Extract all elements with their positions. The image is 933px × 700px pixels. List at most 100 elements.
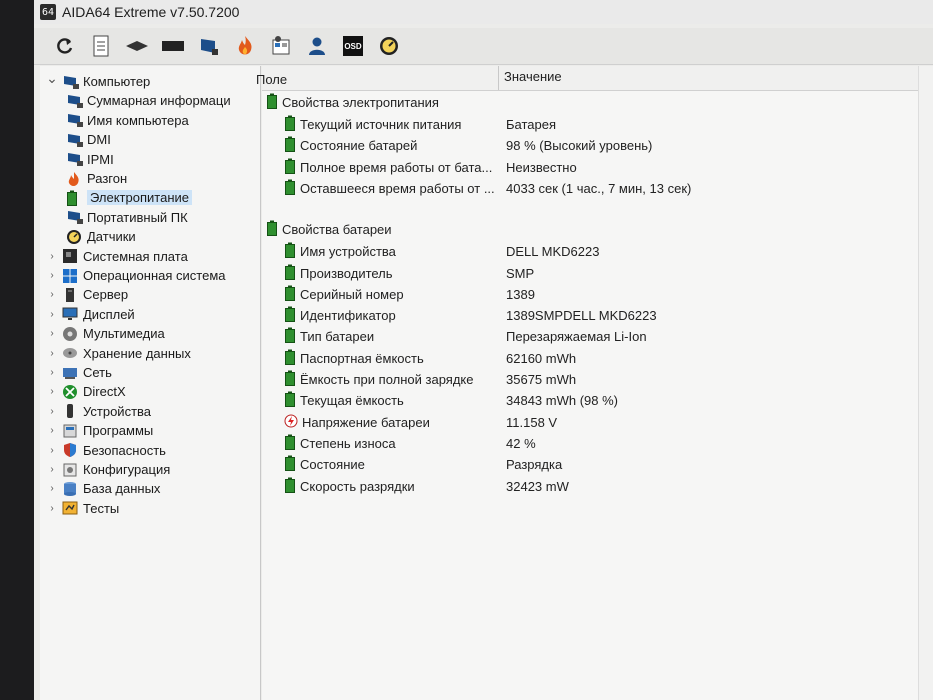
tree-item[interactable]: Разгон (66, 169, 127, 188)
battery-icon (284, 179, 296, 198)
column-field-header[interactable]: Поле (256, 72, 287, 87)
field-label: Паспортная ёмкость (300, 350, 424, 366)
table-row[interactable]: Текущий источник питания Батарея (262, 114, 933, 135)
tree-item[interactable]: Суммарная информаци (66, 91, 231, 110)
chevron-right-icon[interactable]: › (46, 309, 58, 320)
table-row[interactable]: Напряжение батареи 11.158 V (262, 412, 933, 433)
table-row[interactable]: Серийный номер 1389 (262, 284, 933, 305)
tree-item[interactable]: › Устройства (46, 402, 151, 421)
chevron-right-icon[interactable]: › (46, 348, 58, 359)
tree-item[interactable]: › Сервер (46, 285, 128, 304)
battery-icon (284, 434, 296, 453)
computer-button[interactable] (194, 31, 224, 61)
chevron-right-icon[interactable]: › (46, 367, 58, 378)
chevron-right-icon[interactable]: › (46, 386, 58, 397)
chevron-right-icon[interactable]: › (46, 425, 58, 436)
overclock-button[interactable] (230, 31, 260, 61)
tree-item[interactable]: › DirectX (46, 382, 125, 401)
table-row[interactable]: Производитель SMP (262, 263, 933, 284)
field-value: 32423 mW (506, 478, 569, 494)
cpu-button[interactable] (158, 31, 188, 61)
tree-item[interactable]: › Мультимедиа (46, 324, 164, 343)
table-row[interactable]: Состояние батарей 98 % (Высокий уровень) (262, 135, 933, 156)
tree-item[interactable]: Датчики (66, 227, 136, 246)
chevron-right-icon[interactable]: › (46, 289, 58, 300)
chevron-right-icon[interactable]: › (46, 445, 58, 456)
tree-item[interactable]: › Безопасность (46, 441, 166, 460)
tree-item[interactable]: IPMI (66, 150, 114, 169)
tree-item-label: Хранение данных (83, 345, 191, 361)
tree-item[interactable]: › Программы (46, 421, 153, 440)
sensor-button[interactable] (374, 31, 404, 61)
table-row[interactable]: Состояние Разрядка (262, 454, 933, 475)
computer-icon (201, 39, 218, 55)
tree-item-label: Имя компьютера (87, 112, 189, 128)
field-value: 4033 сек (1 час., 7 мин, 13 сек) (506, 180, 692, 196)
table-row[interactable]: Оставшееся время работы от ... 4033 сек (… (262, 178, 933, 199)
tree-item[interactable]: › Операционная система (46, 266, 226, 285)
field-value: 35675 mWh (506, 372, 577, 387)
table-row[interactable]: Имя устройства DELL MKD6223 (262, 241, 933, 262)
tree-item[interactable]: › Хранение данных (46, 344, 191, 363)
chevron-right-icon[interactable]: › (46, 503, 58, 514)
chevron-down-icon[interactable]: ⌄ (46, 70, 58, 87)
osd-button[interactable]: OSD (338, 31, 368, 61)
table-row[interactable]: Скорость разрядки 32423 mW (262, 476, 933, 497)
field-label: Полное время работы от бата... (300, 159, 493, 175)
tree-item[interactable]: › База данных (46, 479, 160, 498)
cpu-icon (162, 41, 184, 51)
memory-button[interactable] (122, 31, 152, 61)
tree-item[interactable]: › Сеть (46, 363, 112, 382)
report-button[interactable] (86, 31, 116, 61)
tree-item-label: Устройства (83, 403, 152, 419)
field-value: 11.158 V (506, 414, 558, 430)
field-value: 34843 mWh (98 %) (506, 393, 618, 409)
battery-icon (284, 158, 296, 177)
scrollbar[interactable] (918, 66, 933, 700)
field-label: Напряжение батареи (302, 414, 430, 430)
chevron-right-icon[interactable]: › (46, 270, 58, 281)
tree-item[interactable]: Электропитание (66, 188, 192, 207)
table-row[interactable]: Текущая ёмкость 34843 mWh (98 %) (262, 390, 933, 411)
section-header[interactable]: Свойства электропитания (262, 92, 933, 113)
tests-icon (62, 500, 80, 516)
tree-item[interactable]: › Тесты (46, 499, 119, 518)
field-label: Производитель (300, 265, 393, 281)
chevron-right-icon[interactable]: › (46, 406, 58, 417)
table-row[interactable]: Ёмкость при полной зарядке 35675 mWh (262, 369, 933, 390)
chevron-right-icon[interactable]: › (46, 483, 58, 494)
field-value: 42 % (506, 435, 536, 451)
column-value-header[interactable]: Значение (504, 69, 562, 84)
tree-item[interactable]: Имя компьютера (66, 111, 189, 130)
tree-item-label: Тесты (83, 500, 120, 516)
table-row[interactable]: Степень износа 42 % (262, 433, 933, 454)
tree-item[interactable]: DMI (66, 130, 111, 149)
tree-item[interactable]: › Системная плата (46, 247, 187, 266)
app-window: 64 AIDA64 Extreme v7.50.7200 OSD ⌄ Компь… (34, 0, 933, 700)
table-row[interactable]: Идентификатор 1389SMPDELL MKD6223 (262, 305, 933, 326)
tree-item[interactable]: › Дисплей (46, 305, 134, 324)
osd-label: OSD (344, 41, 362, 51)
tree-item[interactable]: ⌄ Компьютер (46, 70, 150, 91)
tools-button[interactable] (266, 31, 296, 61)
programs-icon (62, 423, 80, 439)
tree-item[interactable]: Портативный ПК (66, 208, 188, 227)
user-button[interactable] (302, 31, 332, 61)
chevron-right-icon[interactable]: › (46, 251, 58, 262)
section-title: Свойства батареи (282, 222, 392, 238)
flame-icon (66, 171, 84, 187)
table-row[interactable]: Полное время работы от бата... Неизвестно (262, 157, 933, 178)
table-row[interactable]: Тип батареи Перезаряжаемая Li-Ion (262, 326, 933, 347)
tree-item-label: Операционная система (83, 268, 226, 283)
field-value: Неизвестно (506, 159, 577, 175)
chevron-right-icon[interactable]: › (46, 328, 58, 339)
section-header[interactable]: Свойства батареи (262, 219, 933, 240)
refresh-button[interactable] (50, 31, 80, 61)
chevron-right-icon[interactable]: › (46, 464, 58, 475)
toolbar: OSD (34, 28, 933, 65)
tree-item[interactable]: › Конфигурация (46, 460, 170, 479)
column-divider[interactable] (498, 66, 499, 90)
battery-icon (284, 306, 296, 325)
table-row[interactable]: Паспортная ёмкость 62160 mWh (262, 348, 933, 369)
aida64-logo-icon: 64 (40, 4, 56, 20)
